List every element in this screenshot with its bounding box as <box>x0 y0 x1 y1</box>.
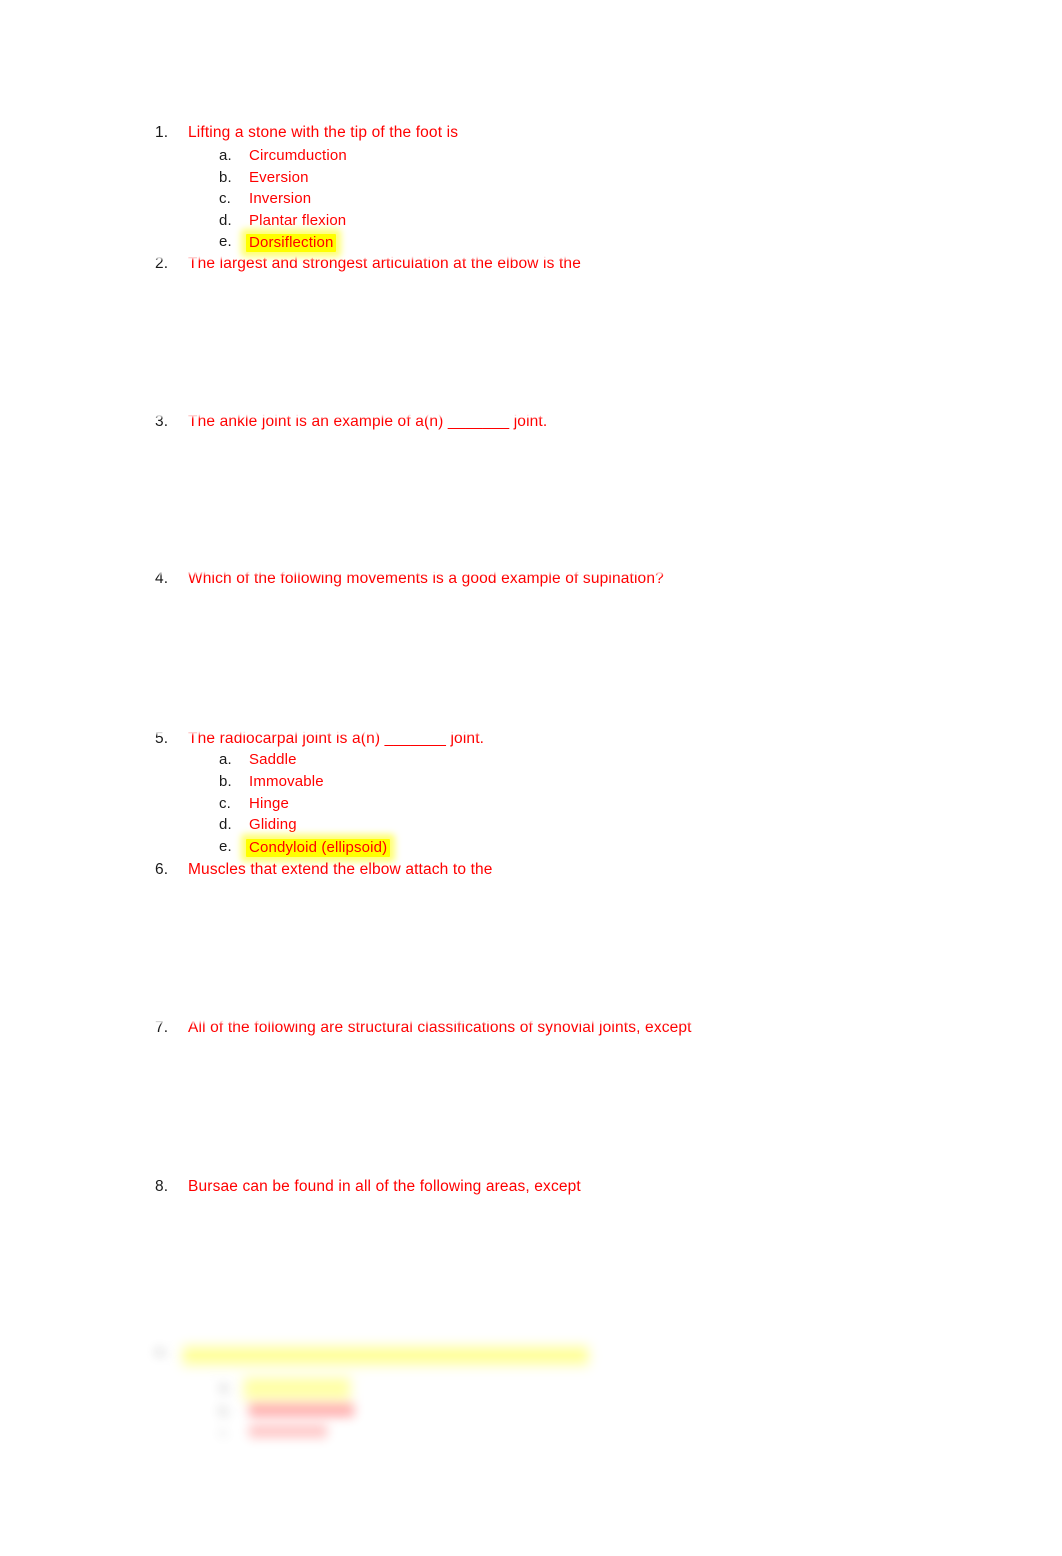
answer-text: Immovable <box>249 773 324 790</box>
question-text: Bursae can be found in all of the follow… <box>188 1178 581 1195</box>
answer-text: Hinge <box>249 795 289 812</box>
answer-marker: d. <box>219 212 232 229</box>
answer-marker: a. <box>219 751 232 768</box>
question-marker: 5. <box>155 730 169 747</box>
answer-marker: e. <box>219 233 232 250</box>
answer-marker: b. <box>219 773 232 790</box>
question-marker: 8. <box>155 1178 169 1195</box>
answer-marker: c. <box>219 190 231 207</box>
question-marker: 2. <box>155 255 169 272</box>
answer-text: Dorsiflection <box>246 234 337 252</box>
question-text: All of the following are structural clas… <box>188 1019 692 1036</box>
question-text <box>185 1344 586 1363</box>
answer-text: Saddle <box>249 751 297 768</box>
question-text: Lifting a stone with the tip of the foot… <box>188 124 459 141</box>
answer-marker: b. <box>219 1403 232 1420</box>
answer-text: Gliding <box>249 816 297 833</box>
answer-text <box>249 1426 327 1439</box>
question-marker: 3. <box>155 413 169 430</box>
question-text: Which of the following movements is a go… <box>188 570 664 587</box>
question-marker: 7. <box>155 1019 169 1036</box>
question-marker: 1. <box>155 124 169 141</box>
answer-marker: c. <box>219 1425 231 1442</box>
document-page: 1. Lifting a stone with the tip of the f… <box>0 0 1062 1556</box>
answer-text: Circumduction <box>249 147 347 164</box>
answer-marker: c. <box>219 795 231 812</box>
answer-text: Plantar flexion <box>249 212 347 229</box>
answer-marker: d. <box>219 816 232 833</box>
answer-text <box>246 1380 348 1398</box>
answer-text: Condyloid (ellipsoid) <box>246 839 391 857</box>
faded-question-block: 9. a. b. c. <box>0 1330 1062 1470</box>
question-text: The radiocarpal joint is a(n) _______ jo… <box>188 730 485 747</box>
answer-marker: a. <box>219 1379 232 1396</box>
question-marker: 6. <box>155 861 169 878</box>
question-text: Muscles that extend the elbow attach to … <box>188 861 493 878</box>
answer-marker: b. <box>219 169 232 186</box>
question-marker: 4. <box>155 570 169 587</box>
answer-marker: e. <box>219 838 232 855</box>
answer-marker: a. <box>219 147 232 164</box>
answer-text <box>249 1404 354 1417</box>
answer-text: Inversion <box>249 190 312 207</box>
question-marker: 9. <box>155 1343 169 1360</box>
question-text: The ankle joint is an example of a(n) __… <box>188 413 548 430</box>
answer-text: Eversion <box>249 169 309 186</box>
question-text: The largest and strongest articulation a… <box>188 255 581 272</box>
